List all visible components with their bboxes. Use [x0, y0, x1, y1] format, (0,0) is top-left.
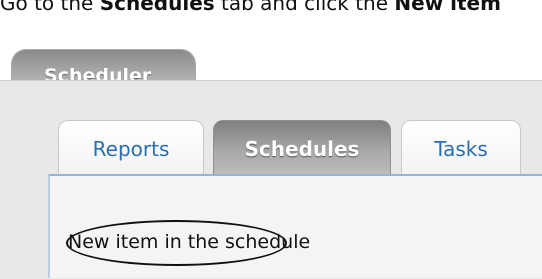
instruction-button-name: New item: [394, 0, 501, 15]
tab-schedules-label: Schedules: [244, 137, 360, 161]
instruction-middle: tab and click the: [214, 0, 395, 15]
schedules-content-panel: New item in the schedule: [48, 174, 542, 278]
tab-schedules[interactable]: Schedules: [213, 120, 391, 176]
tab-reports-label: Reports: [92, 137, 170, 161]
instruction-text: Go to the Schedules tab and click the Ne…: [0, 0, 542, 21]
tab-reports[interactable]: Reports: [58, 120, 204, 176]
instruction-tab-name: Schedules: [99, 0, 215, 15]
new-item-label: New item in the schedule: [68, 231, 311, 253]
tab-tasks[interactable]: Tasks: [401, 120, 521, 176]
new-item-link[interactable]: New item in the schedule: [66, 220, 311, 266]
tab-tasks-label: Tasks: [434, 137, 488, 161]
instruction-prefix: Go to the: [0, 0, 100, 15]
